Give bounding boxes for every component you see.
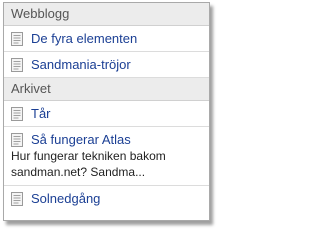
list-item: De fyra elementen (4, 26, 209, 52)
list-item: Så fungerar Atlas Hur fungerar tekniken … (4, 127, 209, 186)
post-link-tar[interactable]: Tår (31, 106, 51, 121)
list-item-line: Sandmania-tröjor (11, 57, 209, 72)
document-icon (11, 191, 23, 206)
document-icon (11, 31, 23, 46)
list-item-line: Så fungerar Atlas (11, 132, 209, 147)
post-link-sandmania-trojor[interactable]: Sandmania-tröjor (31, 57, 131, 72)
document-icon (11, 106, 23, 121)
sidebar-widget: Webblogg De fyra elementen Sandmania-trö… (3, 2, 210, 221)
list-item-line: Tår (11, 106, 209, 121)
post-link-de-fyra-elementen[interactable]: De fyra elementen (31, 31, 137, 46)
list-item-line: Solnedgång (11, 191, 209, 206)
post-link-sa-fungerar-atlas[interactable]: Så fungerar Atlas (31, 132, 131, 147)
list-item: Tår (4, 101, 209, 127)
document-icon (11, 132, 23, 147)
section-header-arkivet: Arkivet (4, 78, 209, 101)
list-item-line: De fyra elementen (11, 31, 209, 46)
section-header-webblogg: Webblogg (4, 3, 209, 26)
document-icon (11, 57, 23, 72)
list-item: Solnedgång (4, 186, 209, 211)
post-link-solnedgang[interactable]: Solnedgång (31, 191, 100, 206)
list-item: Sandmania-tröjor (4, 52, 209, 78)
post-excerpt: Hur fungerar tekniken bakom sandman.net?… (11, 149, 166, 179)
